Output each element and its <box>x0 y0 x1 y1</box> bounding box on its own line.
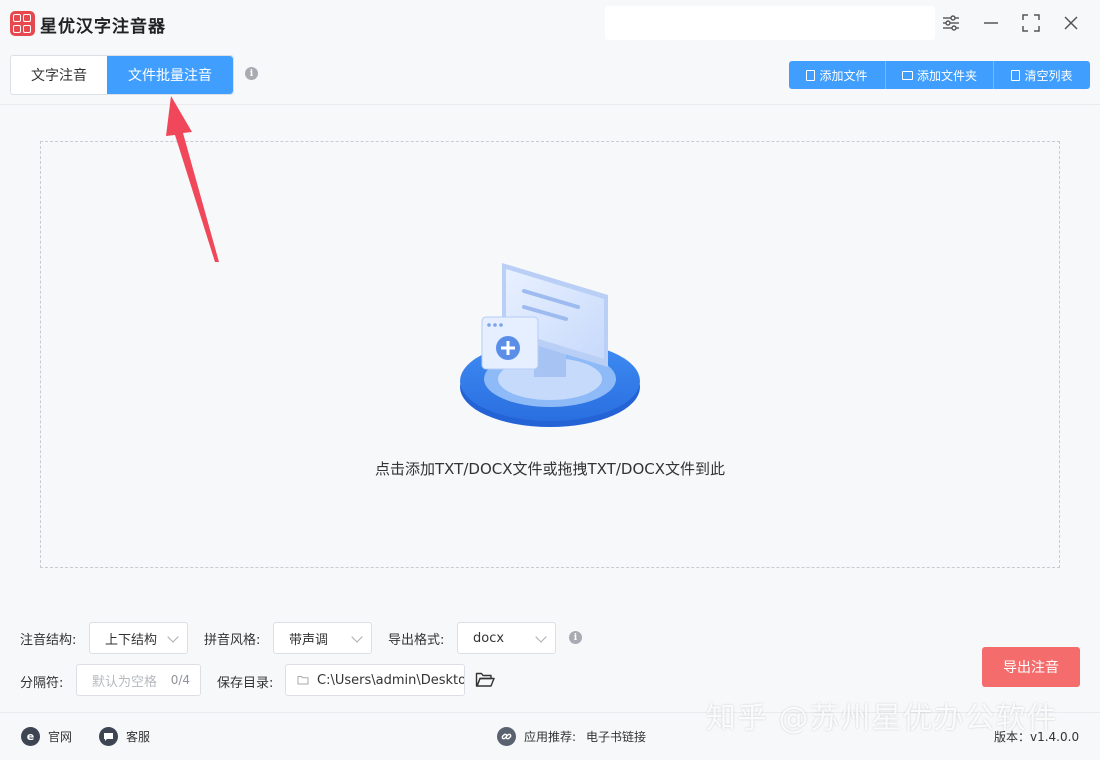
link-icon <box>497 727 516 746</box>
structure-select[interactable]: 上下结构 <box>89 622 188 654</box>
minimize-icon[interactable] <box>978 10 1004 36</box>
chevron-down-icon <box>351 631 363 643</box>
chat-bubble-icon <box>99 727 118 746</box>
red-arrow-annotation <box>166 96 219 262</box>
export-format-label: 导出格式: <box>388 633 445 648</box>
chevron-down-icon <box>167 631 179 643</box>
structure-label: 注音结构: <box>20 633 77 648</box>
folder-icon <box>297 676 309 685</box>
open-folder-icon[interactable] <box>475 671 495 688</box>
pinyin-style-label: 拼音风格: <box>204 633 261 648</box>
chevron-down-icon <box>535 631 547 643</box>
watermark: 知乎 @苏州星优办公软件 <box>706 701 1058 736</box>
pinyin-style-value: 带声调 <box>289 632 329 648</box>
clear-list-label: 清空列表 <box>1024 68 1073 83</box>
separator-char-count: 0/4 <box>170 673 190 687</box>
website-icon: e <box>21 727 40 746</box>
file-actions-group: 添加文件 添加文件夹 清空列表 <box>789 61 1090 89</box>
settings-sliders-icon[interactable] <box>938 10 964 36</box>
add-file-button[interactable]: 添加文件 <box>789 61 885 89</box>
export-format-select[interactable]: docx <box>457 622 556 654</box>
file-icon <box>806 69 816 81</box>
monitor-add-file-illustration <box>460 263 640 427</box>
export-format-value: docx <box>473 630 505 646</box>
add-file-label: 添加文件 <box>819 68 868 83</box>
title-bar-blank-area <box>605 6 935 40</box>
folder-icon <box>901 70 913 80</box>
maximize-icon[interactable] <box>1018 10 1044 36</box>
separator-label: 分隔符: <box>20 676 64 691</box>
close-icon[interactable] <box>1058 10 1084 36</box>
add-folder-label: 添加文件夹 <box>916 68 977 83</box>
add-folder-button[interactable]: 添加文件夹 <box>885 61 993 89</box>
structure-value: 上下结构 <box>105 632 158 648</box>
separator-placeholder: 默认为空格 <box>92 674 158 690</box>
app-recommend: 应用推荐: 电子书链接 <box>497 727 646 746</box>
export-annotation-button[interactable]: 导出注音 <box>982 647 1080 687</box>
clear-list-button[interactable]: 清空列表 <box>993 61 1090 89</box>
website-link[interactable]: e 官网 <box>21 727 72 746</box>
pinyin-style-select[interactable]: 带声调 <box>273 622 372 654</box>
drop-zone-hint: 点击添加TXT/DOCX文件或拖拽TXT/DOCX文件到此 <box>375 460 725 478</box>
recommend-label: 应用推荐: <box>524 730 577 744</box>
support-label: 客服 <box>126 730 151 744</box>
trash-icon <box>1011 69 1021 81</box>
website-label: 官网 <box>48 730 73 744</box>
save-dir-label: 保存目录: <box>217 676 274 691</box>
support-link[interactable]: 客服 <box>99 727 150 746</box>
separator-input[interactable]: 默认为空格 0/4 <box>76 664 201 696</box>
recommend-app-link[interactable]: 电子书链接 <box>586 728 646 745</box>
save-dir-value: C:\Users\admin\Deskto <box>317 672 465 688</box>
format-info-icon[interactable]: i <box>569 631 582 644</box>
save-dir-input[interactable]: C:\Users\admin\Deskto <box>285 664 465 696</box>
